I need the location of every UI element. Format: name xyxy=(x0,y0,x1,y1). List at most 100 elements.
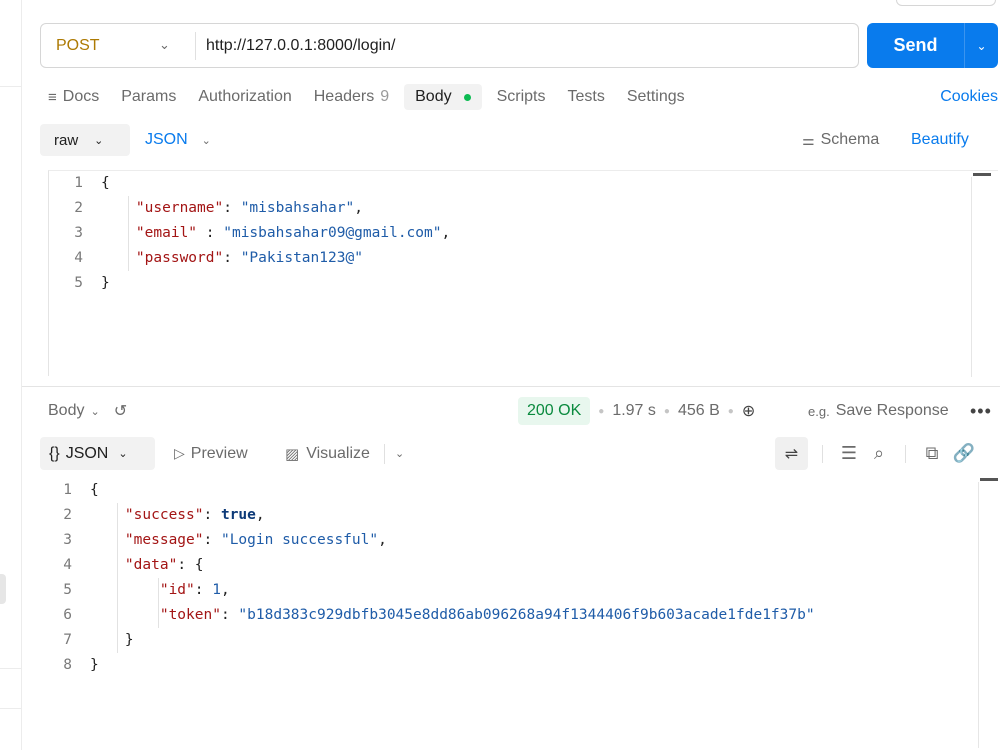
line-number: 2 xyxy=(63,507,72,523)
request-body-editor[interactable]: 1 { 2 "username": "misbahsahar", 3 "emai… xyxy=(48,170,998,377)
line-number: 8 xyxy=(63,657,72,673)
tab-docs[interactable]: ≡ Docs xyxy=(48,84,110,110)
toolbar-separator xyxy=(383,443,385,464)
visualize-label: Visualize xyxy=(306,444,370,462)
sidebar-divider xyxy=(0,708,22,709)
tab-params[interactable]: Params xyxy=(110,84,187,110)
body-mode-select[interactable]: raw ⌄ xyxy=(40,124,130,156)
chevron-down-icon: ⌄ xyxy=(201,134,211,147)
tab-settings[interactable]: Settings xyxy=(616,84,696,110)
tab-authorization[interactable]: Authorization xyxy=(187,84,302,110)
separator-dot: ● xyxy=(598,405,605,417)
line-number: 4 xyxy=(74,250,83,266)
brace: { xyxy=(90,482,99,498)
scrollbar-thumb[interactable] xyxy=(973,173,991,176)
line-number: 2 xyxy=(74,200,83,216)
status-badge[interactable]: 200 OK xyxy=(518,397,591,425)
body-format-select[interactable]: JSON ⌄ xyxy=(145,124,211,156)
wrap-lines-icon[interactable]: ⇌ xyxy=(775,437,808,470)
scrollbar-thumb[interactable] xyxy=(980,478,998,481)
code-line: 5 "id": 1, xyxy=(48,578,998,603)
sidebar-resize-handle[interactable] xyxy=(0,574,6,604)
line-number: 3 xyxy=(74,225,83,241)
json-value: "b18d383c929dbfb3045e8dd86ab096268a94f13… xyxy=(238,607,815,623)
line-number: 6 xyxy=(63,607,72,623)
tab-label: Body xyxy=(415,88,452,105)
url-input[interactable]: http://127.0.0.1:8000/login/ xyxy=(206,37,395,55)
schema-label: Schema xyxy=(820,131,880,148)
tab-label: Tests xyxy=(567,88,605,105)
tab-body[interactable]: Body xyxy=(404,84,482,110)
cookies-link[interactable]: Cookies xyxy=(940,84,998,110)
scrollbar-track[interactable] xyxy=(971,177,972,377)
brace: } xyxy=(101,275,110,291)
preview-button[interactable]: ▷ Preview xyxy=(174,437,248,470)
visualize-button[interactable]: ▨ Visualize ⌄ xyxy=(285,437,404,470)
chevron-down-icon[interactable]: ⌄ xyxy=(395,447,404,460)
chevron-down-icon: ⌄ xyxy=(118,448,128,460)
history-icon[interactable]: ↺ xyxy=(114,401,127,421)
json-key: "token" xyxy=(159,607,221,623)
line-number: 7 xyxy=(63,632,72,648)
response-size[interactable]: 456 B xyxy=(678,402,720,420)
toolbar-separator xyxy=(905,444,906,463)
tab-tests[interactable]: Tests xyxy=(557,84,616,110)
response-time[interactable]: 1.97 s xyxy=(612,402,656,420)
method-label: POST xyxy=(56,36,100,54)
sidebar-divider xyxy=(0,86,22,87)
more-options-icon[interactable]: ••• xyxy=(970,398,992,424)
brace: { xyxy=(194,557,204,573)
code-line: 3 "message": "Login successful", xyxy=(48,528,998,553)
json-key: "message" xyxy=(124,532,204,548)
response-format-select[interactable]: {} JSON ⌄ xyxy=(40,437,155,470)
save-response-button[interactable]: e.g. Save Response xyxy=(808,398,949,424)
response-body-viewer[interactable]: 1 { 2 "success": true, 3 "message": "Log… xyxy=(48,478,998,748)
line-number: 5 xyxy=(63,582,72,598)
globe-icon[interactable]: ⊕ xyxy=(742,401,755,421)
body-indicator-dot xyxy=(463,93,471,101)
beautify-button[interactable]: Beautify xyxy=(911,124,969,156)
json-key: "data" xyxy=(124,557,178,573)
response-status: 200 OK ● 1.97 s ● 456 B ● ⊕ xyxy=(518,397,755,425)
docs-icon: ≡ xyxy=(48,88,57,106)
line-number: 1 xyxy=(63,482,72,498)
code-line: 7 } xyxy=(48,628,998,653)
env-selector-edge[interactable] xyxy=(896,0,996,6)
braces-icon: {} xyxy=(49,444,60,462)
json-key: "success" xyxy=(124,507,204,523)
link-icon[interactable]: 🔗 xyxy=(952,443,976,464)
tab-label: Params xyxy=(121,88,177,105)
tab-strip-edge xyxy=(22,0,1000,8)
method-select[interactable]: POST ⌄ xyxy=(41,24,196,67)
json-value: "Login successful" xyxy=(220,532,379,548)
save-example-icon: e.g. xyxy=(808,403,830,419)
code-line: 3 "email" : "misbahsahar09@gmail.com", xyxy=(49,221,998,246)
body-format-label: JSON xyxy=(145,131,188,148)
json-value: true xyxy=(220,507,256,523)
line-number: 4 xyxy=(63,557,72,573)
pane-divider[interactable] xyxy=(22,386,1000,387)
save-response-label: Save Response xyxy=(835,402,949,419)
tab-label: Settings xyxy=(626,88,685,105)
chevron-down-icon: ⌄ xyxy=(90,405,100,418)
schema-icon: ⚌ xyxy=(802,131,815,148)
separator-dot: ● xyxy=(663,405,670,417)
code-line: 1 { xyxy=(49,171,998,196)
copy-icon[interactable]: ⧉ xyxy=(920,443,944,464)
search-icon[interactable]: ⌕ xyxy=(867,443,891,464)
schema-button[interactable]: ⚌ Schema xyxy=(802,124,879,156)
tab-scripts[interactable]: Scripts xyxy=(486,84,557,110)
scrollbar-track[interactable] xyxy=(978,482,979,748)
tab-headers[interactable]: Headers 9 xyxy=(303,84,400,110)
chevron-down-icon[interactable]: ⌄ xyxy=(965,39,998,53)
body-mode-label: raw xyxy=(54,131,79,149)
json-value: "Pakistan123@" xyxy=(240,250,363,266)
json-key: "email" xyxy=(135,225,198,241)
separator-dot: ● xyxy=(727,405,734,417)
response-body-label: Body xyxy=(48,402,85,419)
headers-count: 9 xyxy=(380,88,390,105)
send-button[interactable]: Send ⌄ xyxy=(867,23,998,68)
filter-icon[interactable]: ☰ xyxy=(837,443,861,464)
code-line: 8 } xyxy=(48,653,998,678)
response-body-select[interactable]: Body ⌄ ↺ xyxy=(48,398,127,424)
